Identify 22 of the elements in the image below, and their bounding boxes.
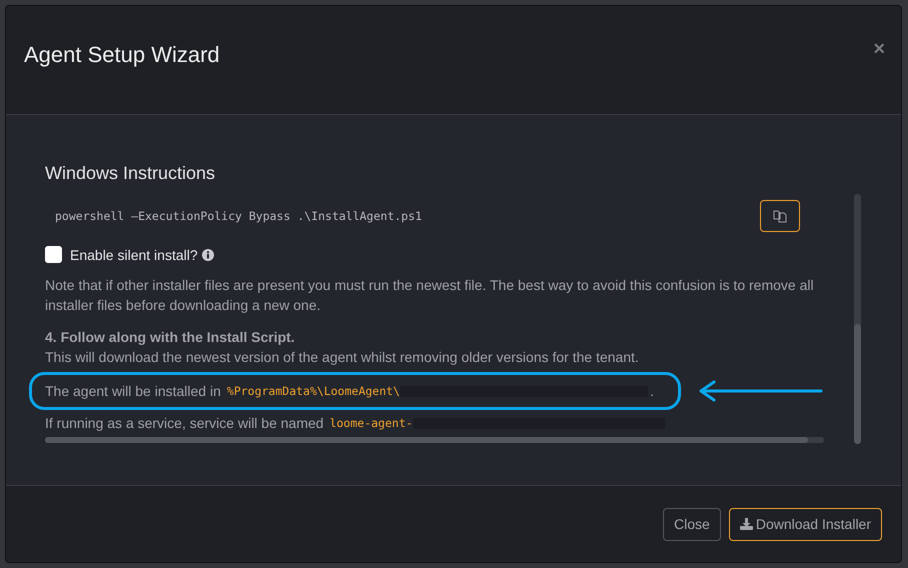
service-name-label: If running as a service, service will be named bbox=[45, 415, 324, 431]
install-path-code: %ProgramData%\LoomeAgent\ bbox=[226, 384, 400, 398]
horizontal-scrollbar[interactable] bbox=[45, 437, 824, 443]
close-button[interactable]: Close bbox=[663, 508, 721, 540]
copy-icon bbox=[773, 209, 787, 223]
install-path-label: The agent will be installed in bbox=[45, 383, 221, 399]
close-button[interactable]: × bbox=[873, 38, 885, 60]
copy-button[interactable] bbox=[760, 200, 800, 232]
download-button[interactable]: Download Installer bbox=[728, 508, 882, 540]
command-text: powershell –ExecutionPolicy Bypass .\InstallAgent.ps1 bbox=[55, 209, 422, 223]
vertical-scrollbar[interactable] bbox=[854, 194, 861, 444]
step-text: This will download the newest version of the agent whilst removing older versions for the tenant. bbox=[45, 348, 640, 367]
download-icon bbox=[740, 518, 753, 530]
note-text: Note that if other installer files are present you must run the newest file. The best way to avoid this confusion is to remove all installer files before downloading a new one. bbox=[45, 276, 815, 315]
service-name-code: loome-agent- bbox=[330, 416, 413, 430]
dialog-title: Agent Setup Wizard bbox=[24, 42, 220, 68]
period-text: . bbox=[650, 383, 654, 399]
section-title: Windows Instructions bbox=[45, 163, 216, 184]
checkbox[interactable] bbox=[45, 246, 62, 263]
checkbox-label: Enable silent install? bbox=[70, 246, 198, 262]
info-icon bbox=[202, 248, 214, 260]
step-heading: 4. Follow along with the Install Script. bbox=[45, 328, 296, 347]
